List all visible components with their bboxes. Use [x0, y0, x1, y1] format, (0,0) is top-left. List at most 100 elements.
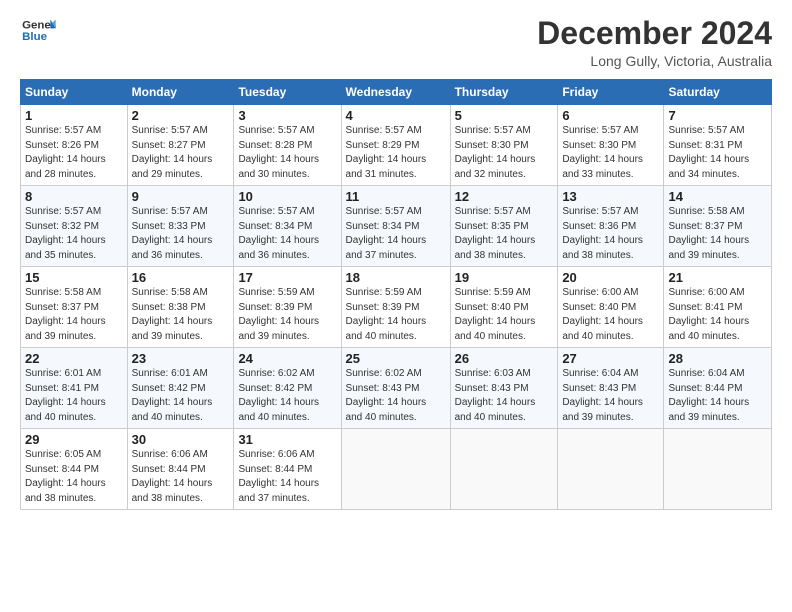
- day-info: Sunrise: 5:59 AM Sunset: 8:39 PM Dayligh…: [346, 286, 446, 344]
- calendar-cell: 27Sunrise: 6:04 AM Sunset: 8:43 PM Dayli…: [558, 348, 664, 429]
- day-info: Sunrise: 5:57 AM Sunset: 8:29 PM Dayligh…: [346, 124, 446, 182]
- calendar-cell: 29Sunrise: 6:05 AM Sunset: 8:44 PM Dayli…: [21, 429, 128, 510]
- calendar-cell: 21Sunrise: 6:00 AM Sunset: 8:41 PM Dayli…: [664, 267, 772, 348]
- calendar-cell: 24Sunrise: 6:02 AM Sunset: 8:42 PM Dayli…: [234, 348, 341, 429]
- logo: General Blue: [20, 16, 56, 46]
- day-number: 17: [238, 270, 336, 285]
- calendar-cell: [450, 429, 558, 510]
- calendar-cell: 16Sunrise: 5:58 AM Sunset: 8:38 PM Dayli…: [127, 267, 234, 348]
- day-info: Sunrise: 5:57 AM Sunset: 8:36 PM Dayligh…: [562, 205, 659, 263]
- day-info: Sunrise: 6:00 AM Sunset: 8:41 PM Dayligh…: [668, 286, 767, 344]
- day-header-friday: Friday: [558, 80, 664, 105]
- day-number: 27: [562, 351, 659, 366]
- day-header-wednesday: Wednesday: [341, 80, 450, 105]
- day-header-saturday: Saturday: [664, 80, 772, 105]
- day-number: 23: [132, 351, 230, 366]
- day-header-monday: Monday: [127, 80, 234, 105]
- day-info: Sunrise: 5:57 AM Sunset: 8:27 PM Dayligh…: [132, 124, 230, 182]
- day-number: 29: [25, 432, 123, 447]
- calendar-cell: 19Sunrise: 5:59 AM Sunset: 8:40 PM Dayli…: [450, 267, 558, 348]
- calendar-header-row: SundayMondayTuesdayWednesdayThursdayFrid…: [21, 80, 772, 105]
- calendar-cell: 3Sunrise: 5:57 AM Sunset: 8:28 PM Daylig…: [234, 105, 341, 186]
- calendar-cell: 12Sunrise: 5:57 AM Sunset: 8:35 PM Dayli…: [450, 186, 558, 267]
- day-number: 3: [238, 108, 336, 123]
- day-number: 18: [346, 270, 446, 285]
- day-info: Sunrise: 5:57 AM Sunset: 8:30 PM Dayligh…: [455, 124, 554, 182]
- logo-icon: General Blue: [20, 16, 56, 46]
- day-info: Sunrise: 5:57 AM Sunset: 8:32 PM Dayligh…: [25, 205, 123, 263]
- day-info: Sunrise: 5:57 AM Sunset: 8:34 PM Dayligh…: [346, 205, 446, 263]
- day-info: Sunrise: 5:57 AM Sunset: 8:33 PM Dayligh…: [132, 205, 230, 263]
- calendar-cell: 23Sunrise: 6:01 AM Sunset: 8:42 PM Dayli…: [127, 348, 234, 429]
- day-number: 5: [455, 108, 554, 123]
- calendar-cell: 28Sunrise: 6:04 AM Sunset: 8:44 PM Dayli…: [664, 348, 772, 429]
- day-info: Sunrise: 6:06 AM Sunset: 8:44 PM Dayligh…: [238, 448, 336, 506]
- day-number: 14: [668, 189, 767, 204]
- calendar-cell: 18Sunrise: 5:59 AM Sunset: 8:39 PM Dayli…: [341, 267, 450, 348]
- day-info: Sunrise: 6:04 AM Sunset: 8:43 PM Dayligh…: [562, 367, 659, 425]
- page: General Blue December 2024 Long Gully, V…: [0, 0, 792, 612]
- day-info: Sunrise: 5:58 AM Sunset: 8:37 PM Dayligh…: [25, 286, 123, 344]
- day-number: 12: [455, 189, 554, 204]
- day-number: 22: [25, 351, 123, 366]
- day-number: 15: [25, 270, 123, 285]
- title-block: December 2024 Long Gully, Victoria, Aust…: [537, 16, 772, 69]
- day-number: 7: [668, 108, 767, 123]
- calendar-cell: 14Sunrise: 5:58 AM Sunset: 8:37 PM Dayli…: [664, 186, 772, 267]
- day-number: 10: [238, 189, 336, 204]
- calendar-cell: 10Sunrise: 5:57 AM Sunset: 8:34 PM Dayli…: [234, 186, 341, 267]
- header: General Blue December 2024 Long Gully, V…: [20, 16, 772, 69]
- day-number: 20: [562, 270, 659, 285]
- day-number: 21: [668, 270, 767, 285]
- calendar-cell: 2Sunrise: 5:57 AM Sunset: 8:27 PM Daylig…: [127, 105, 234, 186]
- day-number: 19: [455, 270, 554, 285]
- calendar-cell: 13Sunrise: 5:57 AM Sunset: 8:36 PM Dayli…: [558, 186, 664, 267]
- day-info: Sunrise: 5:57 AM Sunset: 8:26 PM Dayligh…: [25, 124, 123, 182]
- day-number: 26: [455, 351, 554, 366]
- calendar-cell: 26Sunrise: 6:03 AM Sunset: 8:43 PM Dayli…: [450, 348, 558, 429]
- calendar-cell: 15Sunrise: 5:58 AM Sunset: 8:37 PM Dayli…: [21, 267, 128, 348]
- day-info: Sunrise: 6:03 AM Sunset: 8:43 PM Dayligh…: [455, 367, 554, 425]
- day-info: Sunrise: 6:04 AM Sunset: 8:44 PM Dayligh…: [668, 367, 767, 425]
- calendar-cell: 1Sunrise: 5:57 AM Sunset: 8:26 PM Daylig…: [21, 105, 128, 186]
- calendar-cell: 20Sunrise: 6:00 AM Sunset: 8:40 PM Dayli…: [558, 267, 664, 348]
- day-info: Sunrise: 5:58 AM Sunset: 8:37 PM Dayligh…: [668, 205, 767, 263]
- calendar-cell: 31Sunrise: 6:06 AM Sunset: 8:44 PM Dayli…: [234, 429, 341, 510]
- day-header-tuesday: Tuesday: [234, 80, 341, 105]
- day-header-thursday: Thursday: [450, 80, 558, 105]
- day-number: 31: [238, 432, 336, 447]
- day-info: Sunrise: 6:00 AM Sunset: 8:40 PM Dayligh…: [562, 286, 659, 344]
- calendar-cell: [664, 429, 772, 510]
- day-info: Sunrise: 5:59 AM Sunset: 8:40 PM Dayligh…: [455, 286, 554, 344]
- day-info: Sunrise: 6:01 AM Sunset: 8:41 PM Dayligh…: [25, 367, 123, 425]
- day-number: 13: [562, 189, 659, 204]
- month-title: December 2024: [537, 16, 772, 51]
- calendar-cell: 5Sunrise: 5:57 AM Sunset: 8:30 PM Daylig…: [450, 105, 558, 186]
- day-number: 28: [668, 351, 767, 366]
- day-info: Sunrise: 5:57 AM Sunset: 8:35 PM Dayligh…: [455, 205, 554, 263]
- day-info: Sunrise: 5:57 AM Sunset: 8:31 PM Dayligh…: [668, 124, 767, 182]
- calendar-cell: 11Sunrise: 5:57 AM Sunset: 8:34 PM Dayli…: [341, 186, 450, 267]
- calendar-cell: 7Sunrise: 5:57 AM Sunset: 8:31 PM Daylig…: [664, 105, 772, 186]
- day-number: 6: [562, 108, 659, 123]
- calendar-week-2: 8Sunrise: 5:57 AM Sunset: 8:32 PM Daylig…: [21, 186, 772, 267]
- day-number: 16: [132, 270, 230, 285]
- calendar-week-1: 1Sunrise: 5:57 AM Sunset: 8:26 PM Daylig…: [21, 105, 772, 186]
- calendar-table: SundayMondayTuesdayWednesdayThursdayFrid…: [20, 79, 772, 510]
- calendar-cell: 30Sunrise: 6:06 AM Sunset: 8:44 PM Dayli…: [127, 429, 234, 510]
- calendar-week-3: 15Sunrise: 5:58 AM Sunset: 8:37 PM Dayli…: [21, 267, 772, 348]
- day-info: Sunrise: 6:06 AM Sunset: 8:44 PM Dayligh…: [132, 448, 230, 506]
- calendar-cell: [558, 429, 664, 510]
- day-info: Sunrise: 6:02 AM Sunset: 8:43 PM Dayligh…: [346, 367, 446, 425]
- day-number: 30: [132, 432, 230, 447]
- calendar-week-5: 29Sunrise: 6:05 AM Sunset: 8:44 PM Dayli…: [21, 429, 772, 510]
- day-number: 2: [132, 108, 230, 123]
- location: Long Gully, Victoria, Australia: [537, 53, 772, 69]
- calendar-cell: 25Sunrise: 6:02 AM Sunset: 8:43 PM Dayli…: [341, 348, 450, 429]
- day-number: 25: [346, 351, 446, 366]
- day-info: Sunrise: 5:59 AM Sunset: 8:39 PM Dayligh…: [238, 286, 336, 344]
- day-number: 4: [346, 108, 446, 123]
- day-header-sunday: Sunday: [21, 80, 128, 105]
- day-info: Sunrise: 6:02 AM Sunset: 8:42 PM Dayligh…: [238, 367, 336, 425]
- day-info: Sunrise: 5:57 AM Sunset: 8:30 PM Dayligh…: [562, 124, 659, 182]
